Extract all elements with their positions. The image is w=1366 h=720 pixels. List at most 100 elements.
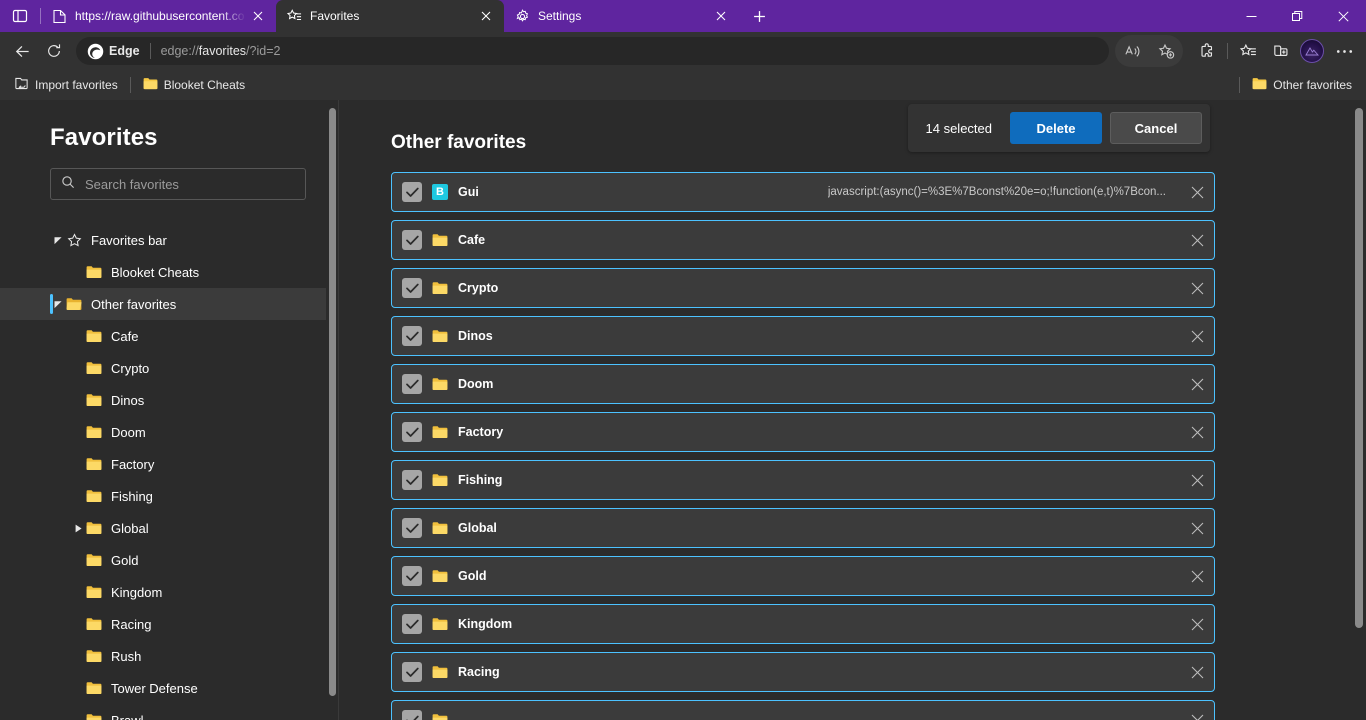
favorite-row[interactable]: Global — [391, 508, 1215, 548]
close-icon[interactable] — [1180, 701, 1214, 720]
address-bar[interactable]: Edge edge://favorites/?id=2 — [76, 37, 1109, 65]
sidebar-item-label: Factory — [111, 456, 155, 472]
close-icon[interactable] — [246, 4, 270, 28]
settings-more-icon[interactable] — [1328, 35, 1360, 67]
sidebar-item-other-favorites[interactable]: Other favorites — [0, 288, 338, 320]
avatar[interactable] — [1296, 35, 1328, 67]
favorite-row[interactable]: Doom — [391, 364, 1215, 404]
sidebar-scrollbar-thumb[interactable] — [329, 108, 336, 696]
sidebar-scrollbar-track[interactable] — [326, 100, 338, 720]
sidebar-item-factory[interactable]: Factory — [0, 448, 338, 480]
row-checkbox[interactable] — [402, 182, 422, 202]
close-icon[interactable] — [1180, 653, 1214, 691]
favorite-row[interactable]: Racing — [391, 652, 1215, 692]
close-icon[interactable] — [1180, 173, 1214, 211]
cancel-button[interactable]: Cancel — [1110, 112, 1202, 144]
favorite-row[interactable]: Crypto — [391, 268, 1215, 308]
row-title: Crypto — [458, 281, 499, 295]
row-checkbox[interactable] — [402, 614, 422, 634]
read-aloud-icon[interactable] — [1115, 35, 1149, 67]
row-checkbox[interactable] — [402, 326, 422, 346]
row-title: Cafe — [458, 233, 486, 247]
sidebar-item-rush[interactable]: Rush — [0, 640, 338, 672]
close-icon[interactable] — [1180, 221, 1214, 259]
close-icon[interactable] — [1180, 509, 1214, 547]
delete-button[interactable]: Delete — [1010, 112, 1102, 144]
sidebar-item-kingdom[interactable]: Kingdom — [0, 576, 338, 608]
sidebar-item-crypto[interactable]: Crypto — [0, 352, 338, 384]
favorite-row[interactable] — [391, 700, 1215, 720]
new-tab-button[interactable] — [743, 0, 775, 32]
sidebar-item-favorites-bar[interactable]: Favorites bar — [0, 224, 338, 256]
row-checkbox[interactable] — [402, 278, 422, 298]
twisty-placeholder — [70, 264, 86, 280]
close-icon[interactable] — [1180, 461, 1214, 499]
refresh-icon[interactable] — [38, 35, 70, 67]
restore-icon[interactable] — [1274, 0, 1320, 32]
favorite-row[interactable]: Fishing — [391, 460, 1215, 500]
search-favorites-box[interactable]: Search favorites — [50, 168, 306, 200]
favorite-row[interactable]: B Gui javascript:(async()=%3E%7Bconst%20e=… — [391, 172, 1215, 212]
favorite-row[interactable]: Kingdom — [391, 604, 1215, 644]
import-favorites-button[interactable]: Import favorites — [8, 73, 124, 97]
tab-settings[interactable]: Settings — [504, 0, 739, 32]
close-icon[interactable] — [1180, 269, 1214, 307]
favorites-icon[interactable] — [1232, 35, 1264, 67]
tab-raw-githubusercontent[interactable]: https://raw.githubusercontent.co — [41, 0, 276, 32]
row-checkbox[interactable] — [402, 422, 422, 442]
collections-icon[interactable] — [1264, 35, 1296, 67]
sidebar-item-label: Tower Defense — [111, 680, 198, 696]
sidebar-item-tower-defense[interactable]: Tower Defense — [0, 672, 338, 704]
row-checkbox[interactable] — [402, 662, 422, 682]
bookmark-blooket-cheats[interactable]: Blooket Cheats — [137, 73, 251, 97]
folder-icon — [1252, 77, 1267, 93]
close-icon[interactable] — [1180, 317, 1214, 355]
edge-label: Edge — [109, 44, 140, 58]
favorite-row[interactable]: Cafe — [391, 220, 1215, 260]
sidebar-item-fishing[interactable]: Fishing — [0, 480, 338, 512]
row-checkbox[interactable] — [402, 470, 422, 490]
sidebar-item-global[interactable]: Global — [0, 512, 338, 544]
sidebar-item-blooket-cheats[interactable]: Blooket Cheats — [0, 256, 338, 288]
favorite-row[interactable]: Factory — [391, 412, 1215, 452]
close-icon[interactable] — [474, 4, 498, 28]
tab-search-icon[interactable] — [0, 0, 40, 32]
search-input[interactable]: Search favorites — [85, 177, 179, 192]
add-favorite-icon[interactable] — [1149, 35, 1183, 67]
content-scrollbar-thumb[interactable] — [1355, 108, 1363, 628]
sidebar-item-cafe[interactable]: Cafe — [0, 320, 338, 352]
sidebar-item-racing[interactable]: Racing — [0, 608, 338, 640]
sidebar-item-label: Favorites bar — [91, 232, 167, 248]
sidebar-item-brawl[interactable]: Brawl — [0, 704, 338, 720]
row-checkbox[interactable] — [402, 710, 422, 720]
row-checkbox[interactable] — [402, 374, 422, 394]
extensions-icon[interactable] — [1191, 35, 1223, 67]
twisty-placeholder — [70, 680, 86, 696]
folder-icon — [432, 664, 448, 680]
chevron-down-icon[interactable] — [50, 232, 66, 248]
content-scrollbar-track[interactable] — [1352, 100, 1366, 720]
other-favorites-button[interactable]: Other favorites — [1246, 73, 1358, 97]
url-host: favorites — [198, 44, 247, 58]
close-icon[interactable] — [1180, 413, 1214, 451]
favorite-row[interactable]: Gold — [391, 556, 1215, 596]
close-icon[interactable] — [1180, 605, 1214, 643]
chevron-right-icon[interactable] — [70, 520, 86, 536]
favorite-row[interactable]: Dinos — [391, 316, 1215, 356]
sidebar-item-gold[interactable]: Gold — [0, 544, 338, 576]
minimize-icon[interactable] — [1228, 0, 1274, 32]
back-arrow-icon[interactable] — [6, 35, 38, 67]
row-checkbox[interactable] — [402, 566, 422, 586]
close-icon[interactable] — [1180, 557, 1214, 595]
row-checkbox[interactable] — [402, 230, 422, 250]
tab-favorites[interactable]: Favorites — [276, 0, 504, 32]
close-icon[interactable] — [1180, 365, 1214, 403]
bookmark-label: Blooket Cheats — [163, 78, 246, 92]
sidebar-item-doom[interactable]: Doom — [0, 416, 338, 448]
close-icon[interactable] — [1320, 0, 1366, 32]
close-icon[interactable] — [709, 4, 733, 28]
row-checkbox[interactable] — [402, 518, 422, 538]
blooket-favicon: B — [432, 184, 448, 200]
sidebar-item-dinos[interactable]: Dinos — [0, 384, 338, 416]
tab-title: Settings — [538, 9, 582, 23]
